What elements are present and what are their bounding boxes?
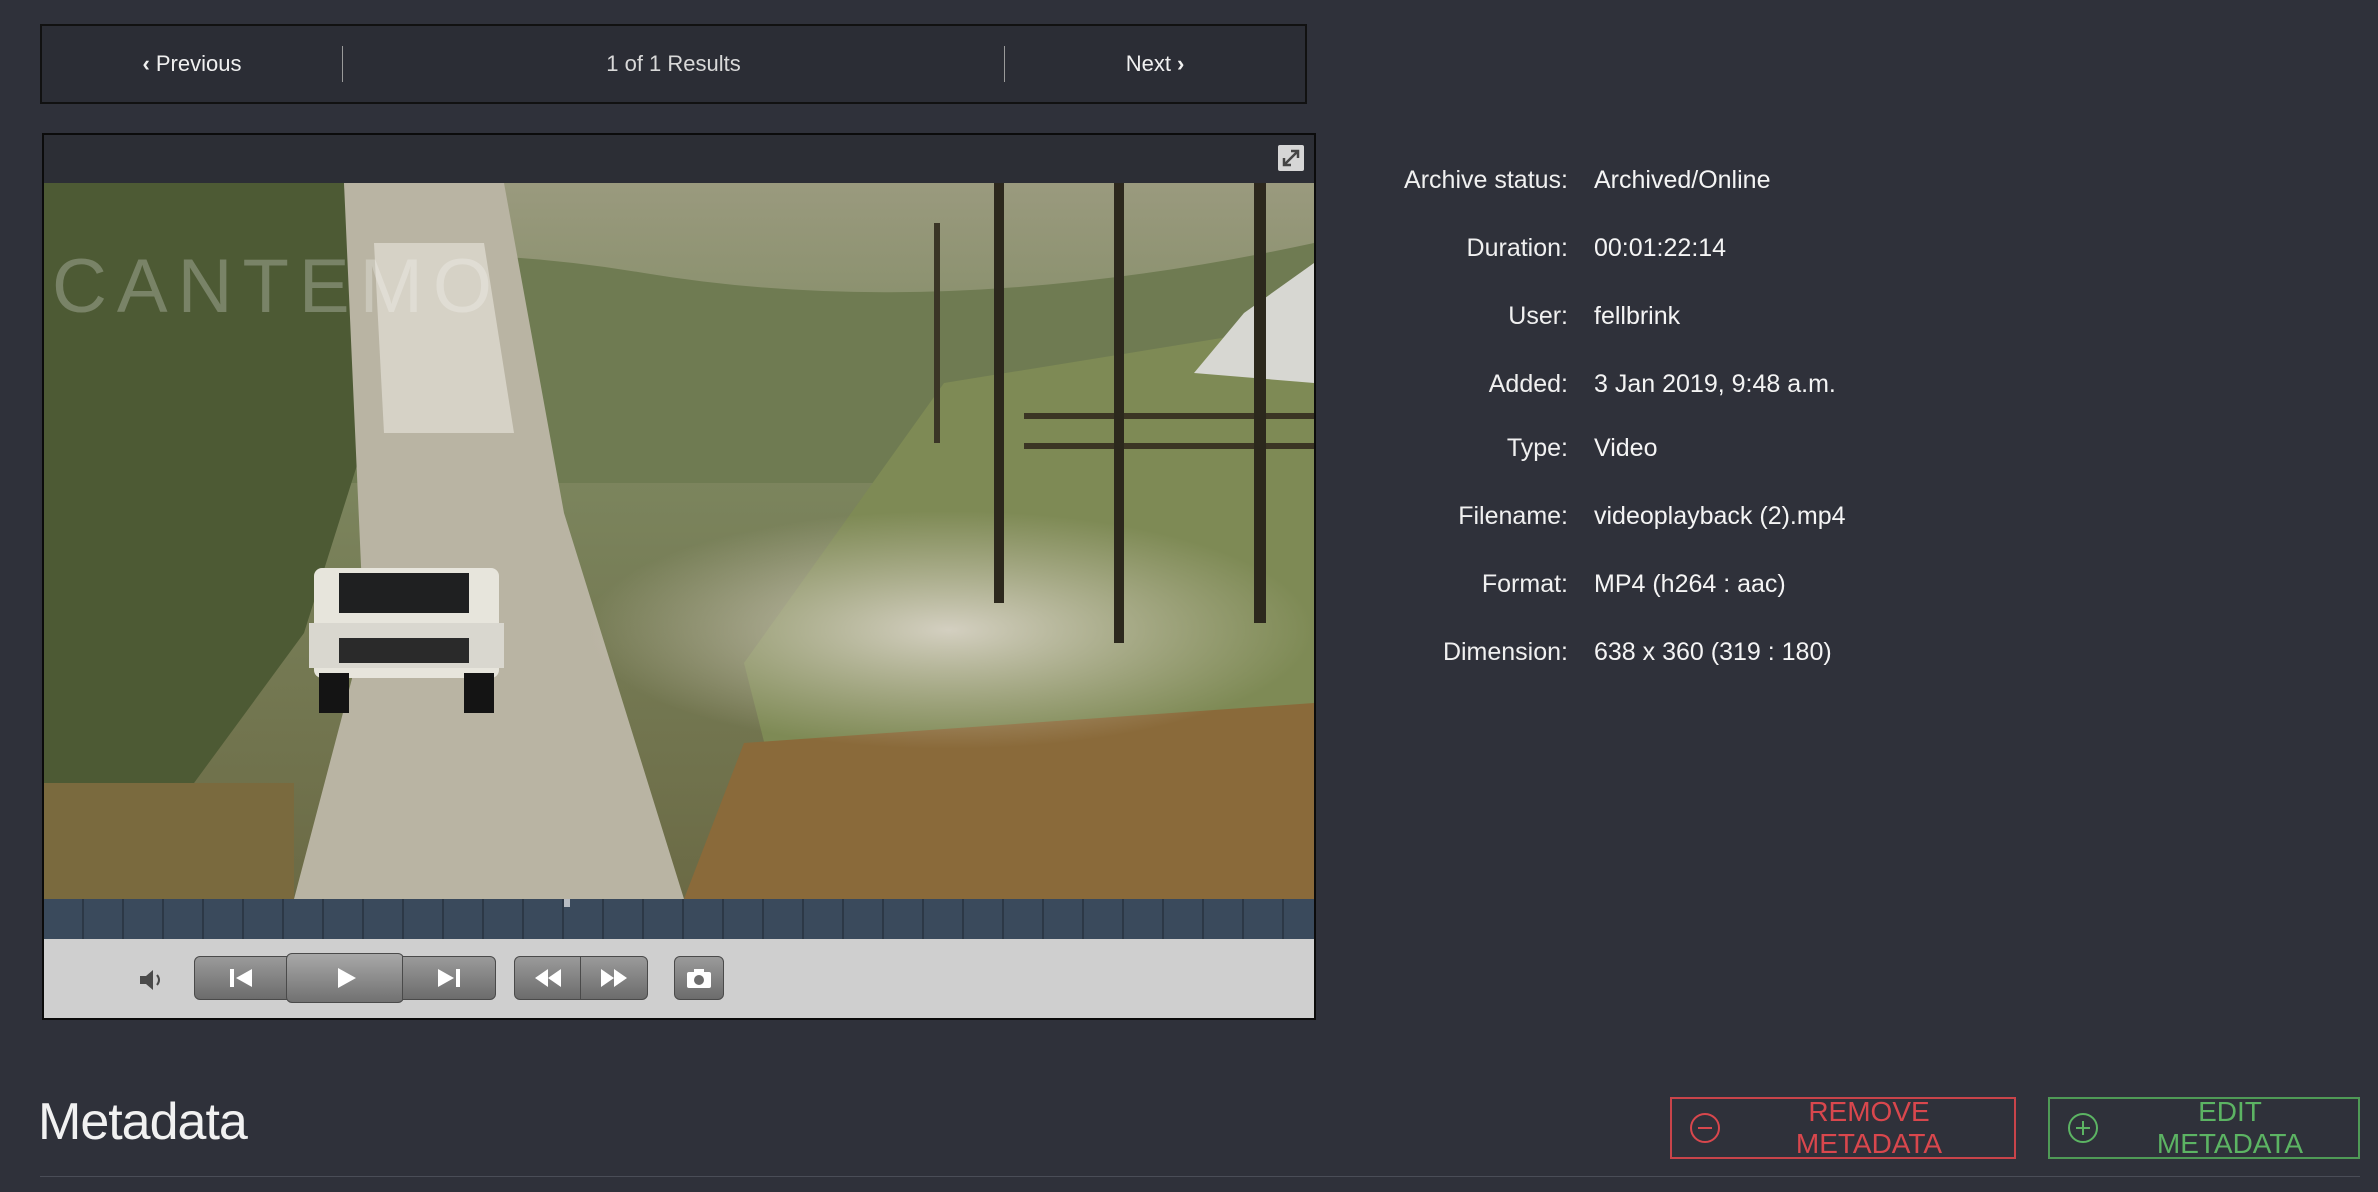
info-row-duration: Duration: 00:01:22:14 xyxy=(1360,228,2160,268)
previous-label: Previous xyxy=(155,51,242,76)
play-button[interactable] xyxy=(286,953,404,1003)
timeline-scrubber[interactable] xyxy=(44,899,1314,939)
info-label: Format: xyxy=(1481,570,1568,598)
info-row-user: User: fellbrink xyxy=(1360,296,2160,336)
volume-icon[interactable] xyxy=(136,967,166,993)
edit-metadata-label: EDIT METADATA xyxy=(2156,1096,2304,1159)
info-label: Added: xyxy=(1488,370,1568,398)
player-header xyxy=(44,135,1314,183)
skip-forward-button[interactable] xyxy=(402,956,496,1000)
video-frame[interactable]: CANTEMO xyxy=(44,183,1314,899)
metadata-heading: Metadata xyxy=(38,1093,248,1151)
fullscreen-icon[interactable] xyxy=(1278,145,1304,171)
info-label: User: xyxy=(1508,302,1568,330)
rewind-icon xyxy=(535,969,561,987)
info-value: videoplayback (2).mp4 xyxy=(1594,502,1846,530)
info-row-type: Type: Video xyxy=(1360,428,2160,468)
snapshot-button[interactable] xyxy=(674,956,724,1000)
fast-forward-icon xyxy=(601,969,627,987)
info-value: fellbrink xyxy=(1594,302,1681,330)
chevron-left-icon: ‹ xyxy=(142,51,150,76)
info-label: Type: xyxy=(1506,434,1568,462)
results-count: 1 of 1 Results xyxy=(606,51,741,76)
playhead[interactable] xyxy=(564,899,570,907)
info-value: Video xyxy=(1594,434,1658,462)
skip-forward-icon xyxy=(438,969,460,987)
info-value: Archived/Online xyxy=(1594,166,1771,194)
previous-button[interactable]: ‹ Previous xyxy=(42,26,342,102)
info-row-dimension: Dimension: 638 x 360 (319 : 180) xyxy=(1360,632,2160,672)
info-value: MP4 (h264 : aac) xyxy=(1594,570,1786,598)
info-value: 3 Jan 2019, 9:48 a.m. xyxy=(1594,370,1836,398)
skip-back-icon xyxy=(230,969,252,987)
watermark-logo: CANTEMO xyxy=(52,244,502,329)
info-label: Filename: xyxy=(1458,502,1568,530)
next-label: Next xyxy=(1125,51,1171,76)
info-label: Dimension: xyxy=(1442,638,1568,666)
play-icon xyxy=(338,968,356,988)
chevron-right-icon: › xyxy=(1176,51,1185,76)
results-pager: ‹ Previous 1 of 1 Results Next › xyxy=(40,24,1307,104)
info-value: 638 x 360 (319 : 180) xyxy=(1594,638,1832,666)
player-controls xyxy=(44,939,1314,1018)
remove-metadata-button[interactable]: REMOVE METADATA xyxy=(1670,1096,2016,1159)
info-row-filename: Filename: videoplayback (2).mp4 xyxy=(1360,496,2160,536)
info-label: Archive status: xyxy=(1404,166,1568,194)
remove-metadata-label: REMOVE METADATA xyxy=(1795,1096,1943,1159)
next-button[interactable]: Next › xyxy=(1005,26,1305,102)
info-row-format: Format: MP4 (h264 : aac) xyxy=(1360,564,2160,604)
fast-forward-button[interactable] xyxy=(580,956,648,1000)
info-row-added: Added: 3 Jan 2019, 9:48 a.m. xyxy=(1360,364,2160,404)
minus-circle-icon xyxy=(1690,1113,1720,1143)
plus-circle-icon xyxy=(2068,1113,2098,1143)
section-divider xyxy=(40,1176,2360,1177)
snapshot-icon xyxy=(687,969,711,988)
info-row-archive-status: Archive status: Archived/Online xyxy=(1360,160,2160,200)
info-value: 00:01:22:14 xyxy=(1594,234,1727,262)
skip-back-button[interactable] xyxy=(194,956,288,1000)
rewind-button[interactable] xyxy=(514,956,582,1000)
video-player: CANTEMO xyxy=(42,133,1316,1020)
edit-metadata-button[interactable]: EDIT METADATA xyxy=(2048,1096,2360,1159)
info-label: Duration: xyxy=(1466,234,1568,262)
